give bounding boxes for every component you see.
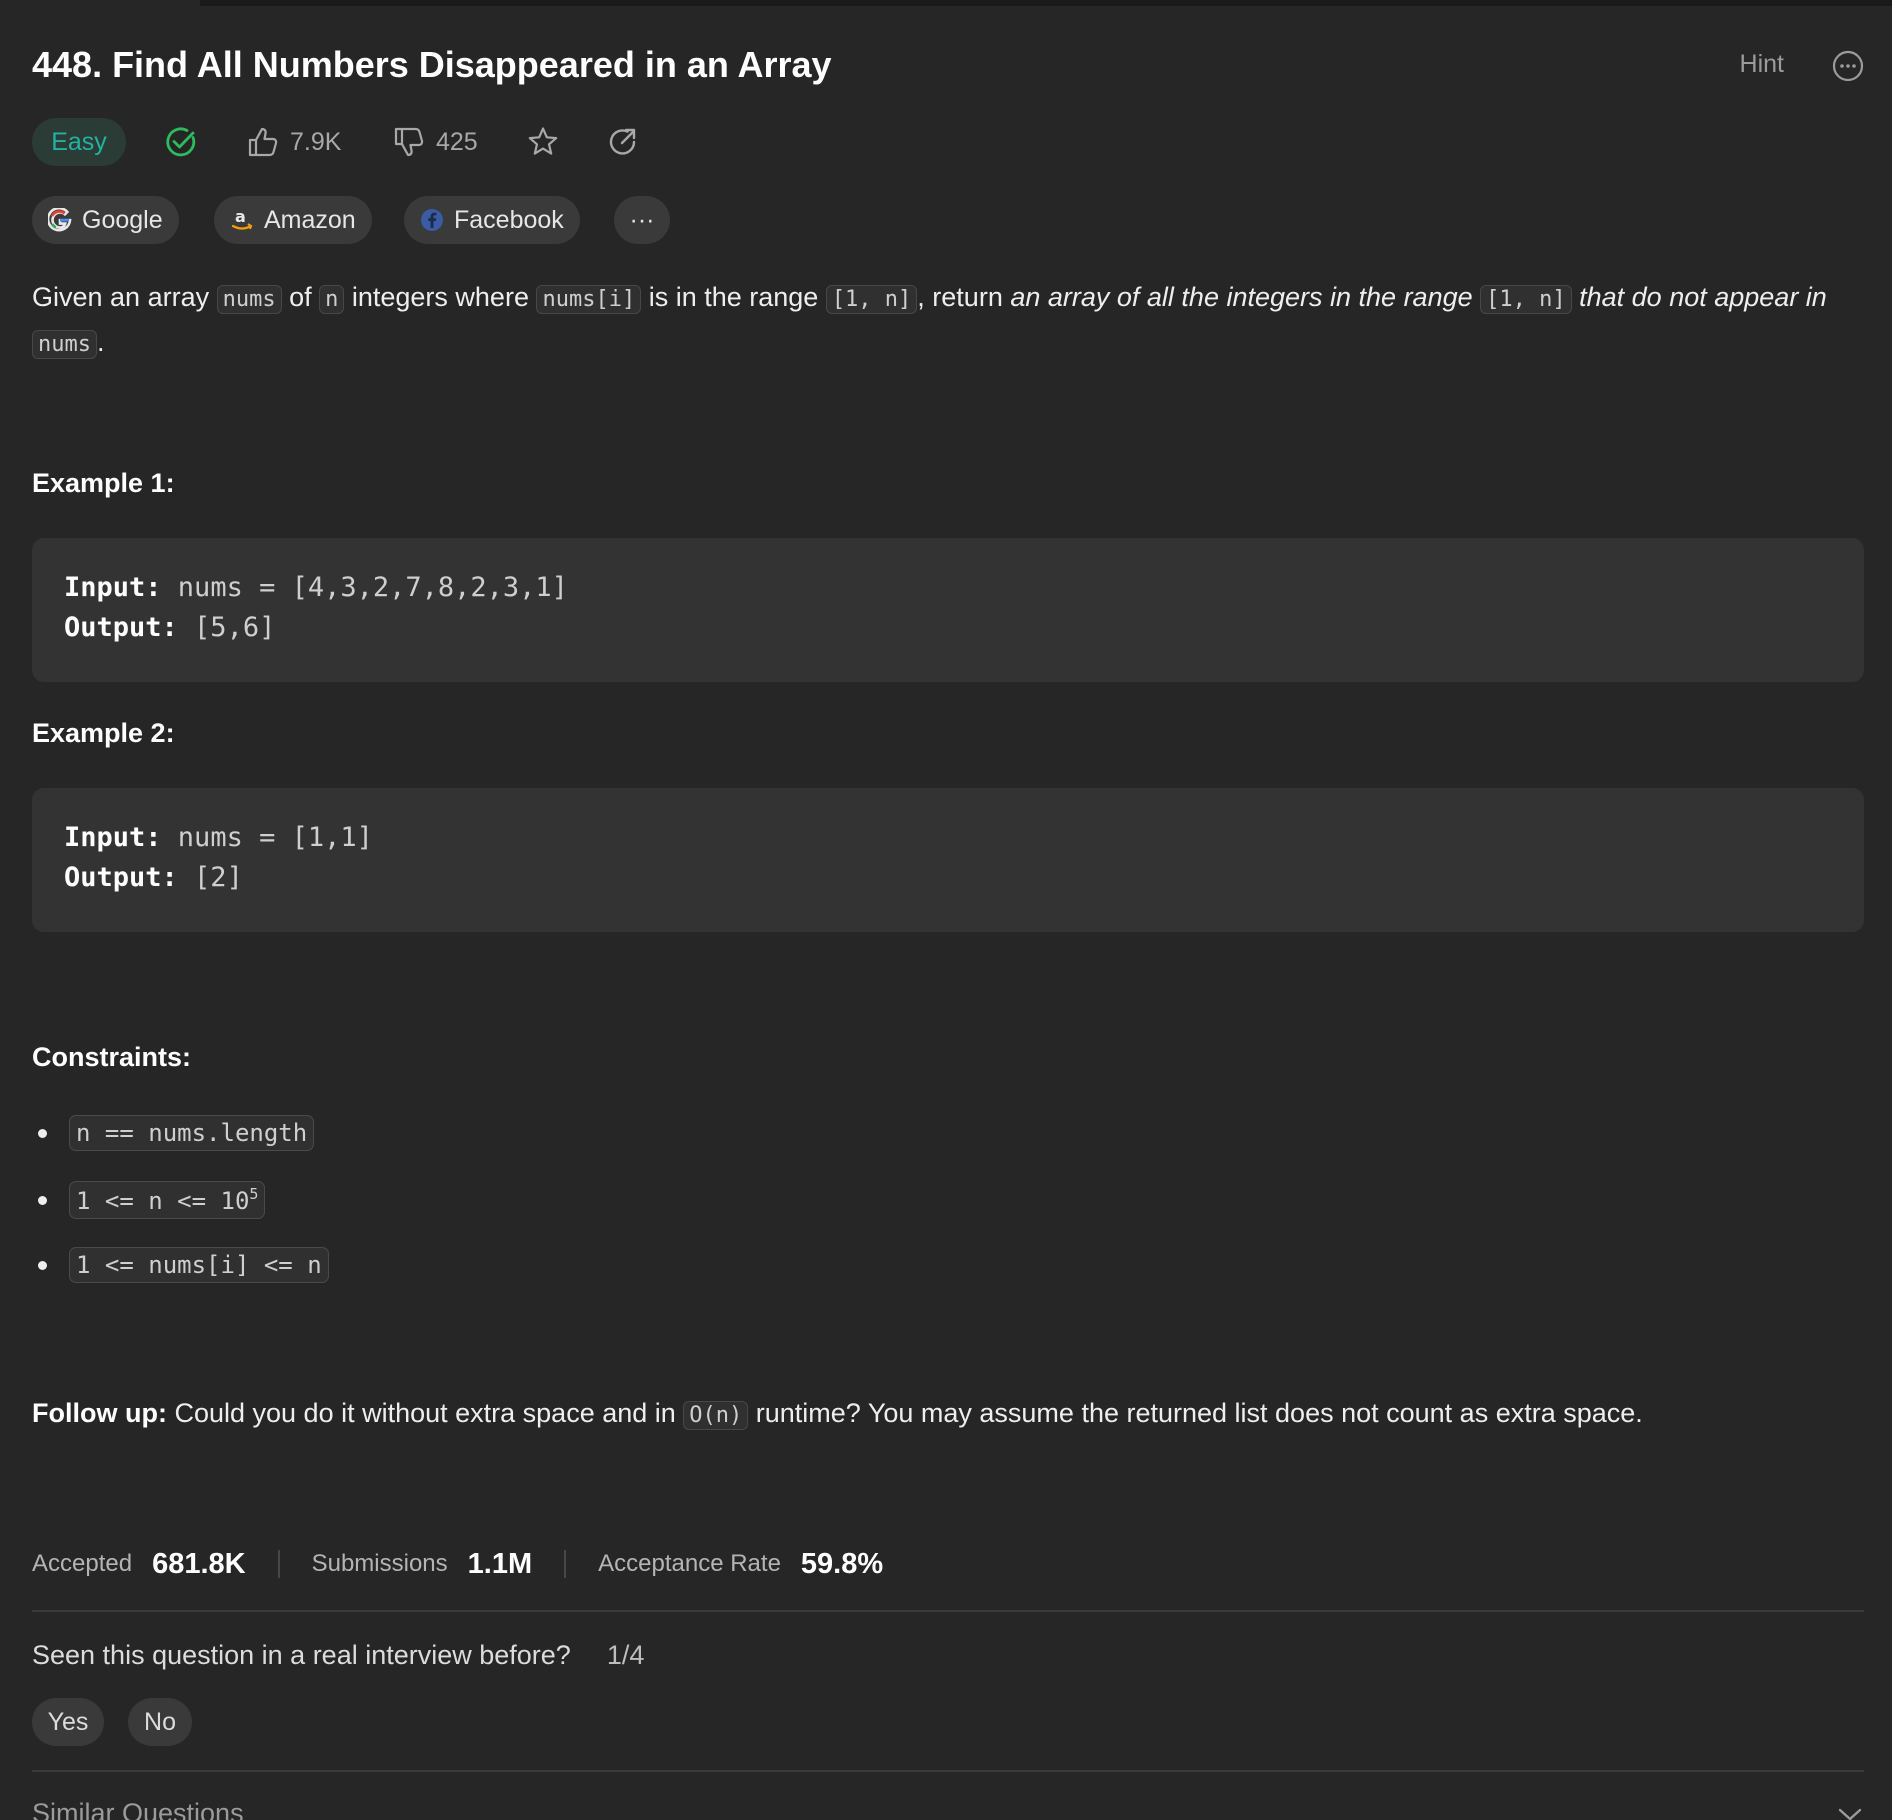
superscript: 5 xyxy=(249,1185,259,1203)
submission-stats: Accepted 681.8K Submissions 1.1M Accepta… xyxy=(32,1542,1032,1586)
dislike-count: 425 xyxy=(436,127,478,156)
company-tag-label: Facebook xyxy=(454,205,564,234)
statement-text: . xyxy=(96,327,105,357)
accepted-value: 681.8K xyxy=(152,1547,246,1580)
inline-code: [1, n] xyxy=(825,285,918,314)
output-label: Output: xyxy=(64,862,178,893)
constraint-item: n == nums.length xyxy=(32,1115,315,1151)
statement-text: of xyxy=(281,282,320,312)
inline-code: n xyxy=(319,285,345,314)
yes-button[interactable]: Yes xyxy=(32,1698,104,1746)
submissions-value: 1.1M xyxy=(467,1547,533,1580)
solved-check-icon xyxy=(164,122,198,162)
input-label: Input: xyxy=(64,572,162,603)
follow-up: Follow up: Could you do it without extra… xyxy=(32,1392,1864,1437)
constraints-heading: Constraints: xyxy=(32,1042,192,1072)
inline-code: nums[i] xyxy=(536,285,642,314)
inline-code: nums xyxy=(32,330,97,359)
company-tag-label: Amazon xyxy=(264,205,356,234)
chevron-down-icon[interactable] xyxy=(1836,1806,1864,1820)
constraint-code: n == nums.length xyxy=(69,1115,315,1151)
inline-code: [1, n] xyxy=(1480,285,1572,314)
thumbs-down-icon xyxy=(392,125,426,159)
company-tag-amazon[interactable]: a Amazon xyxy=(214,196,372,244)
stats-divider xyxy=(564,1550,567,1578)
constraint-code: 1 <= nums[i] <= n xyxy=(69,1247,329,1283)
difficulty-badge: Easy xyxy=(32,118,126,166)
constraint-item: 1 <= n <= 105 xyxy=(32,1181,266,1219)
input-value: nums = [4,3,2,7,8,2,3,1] xyxy=(161,572,568,603)
bullet-dot xyxy=(38,1260,47,1270)
problem-statement: Given an array nums of n integers where … xyxy=(32,276,1864,366)
example-1-heading: Example 1: xyxy=(32,468,175,498)
constraint-code-text: 1 <= n <= 10 xyxy=(76,1187,250,1215)
dislike-button[interactable]: 425 xyxy=(392,122,478,162)
similar-questions-header[interactable]: Similar Questions xyxy=(32,1798,244,1820)
bullet-dot xyxy=(38,1195,47,1205)
stats-divider xyxy=(277,1550,280,1578)
follow-up-text: runtime? You may assume the returned lis… xyxy=(748,1398,1643,1428)
example-2-heading: Example 2: xyxy=(32,718,175,748)
acceptance-rate-label: Acceptance Rate xyxy=(598,1550,781,1577)
statement-emphasis: an array of all the integers in the rang… xyxy=(1010,282,1481,312)
share-icon[interactable] xyxy=(606,122,640,162)
company-tag-google[interactable]: Google xyxy=(32,196,179,244)
company-tag-label: Google xyxy=(82,205,163,234)
svg-text:a: a xyxy=(235,208,246,226)
acceptance-rate-value: 59.8% xyxy=(800,1547,884,1580)
company-tags-row: Google a Amazon Facebook ··· xyxy=(32,196,932,244)
hint-button[interactable]: Hint xyxy=(1740,50,1784,79)
no-button[interactable]: No xyxy=(128,1698,192,1746)
example-2-block: Input: nums = [1,1] Output: [2] xyxy=(32,788,1864,932)
statement-text: Given an array xyxy=(32,282,217,312)
google-icon xyxy=(48,208,72,232)
like-count: 7.9K xyxy=(290,127,342,156)
interview-question: Seen this question in a real interview b… xyxy=(32,1640,644,1671)
more-options-icon[interactable] xyxy=(1832,50,1864,82)
inline-code: O(n) xyxy=(683,1401,749,1430)
constraint-item: 1 <= nums[i] <= n xyxy=(32,1247,329,1283)
inline-code: nums xyxy=(216,285,282,314)
input-value: nums = [1,1] xyxy=(161,822,373,853)
input-label: Input: xyxy=(64,822,162,853)
constraint-code: 1 <= n <= 105 xyxy=(69,1181,266,1219)
section-divider xyxy=(32,1770,1864,1772)
star-icon[interactable] xyxy=(526,122,560,162)
title-row: 448. Find All Numbers Disappeared in an … xyxy=(32,40,1864,92)
output-value: [2] xyxy=(177,862,243,893)
submissions-label: Submissions xyxy=(311,1550,448,1577)
statement-text: integers where xyxy=(344,282,537,312)
more-companies-button[interactable]: ··· xyxy=(614,196,670,244)
company-tag-facebook[interactable]: Facebook xyxy=(404,196,580,244)
accepted-label: Accepted xyxy=(32,1550,133,1577)
problem-meta-row: Easy 7.9K 425 xyxy=(32,118,932,168)
statement-emphasis: that do not appear in xyxy=(1571,282,1827,312)
amazon-icon: a xyxy=(230,208,254,232)
follow-up-text: Could you do it without extra space and … xyxy=(166,1398,684,1428)
section-divider xyxy=(32,1610,1864,1612)
interview-count: 1/4 xyxy=(606,1640,645,1670)
follow-up-label: Follow up: xyxy=(32,1398,167,1428)
output-label: Output: xyxy=(64,612,178,643)
interview-question-text: Seen this question in a real interview b… xyxy=(32,1640,571,1670)
facebook-icon xyxy=(420,208,444,232)
top-divider xyxy=(200,0,1892,6)
problem-title: 448. Find All Numbers Disappeared in an … xyxy=(32,44,832,85)
bullet-dot xyxy=(38,1128,47,1138)
like-button[interactable]: 7.9K xyxy=(246,122,341,162)
statement-text: , return xyxy=(917,282,1011,312)
thumbs-up-icon xyxy=(246,125,280,159)
output-value: [5,6] xyxy=(177,612,276,643)
statement-text: is in the range xyxy=(641,282,826,312)
example-1-block: Input: nums = [4,3,2,7,8,2,3,1] Output: … xyxy=(32,538,1864,682)
